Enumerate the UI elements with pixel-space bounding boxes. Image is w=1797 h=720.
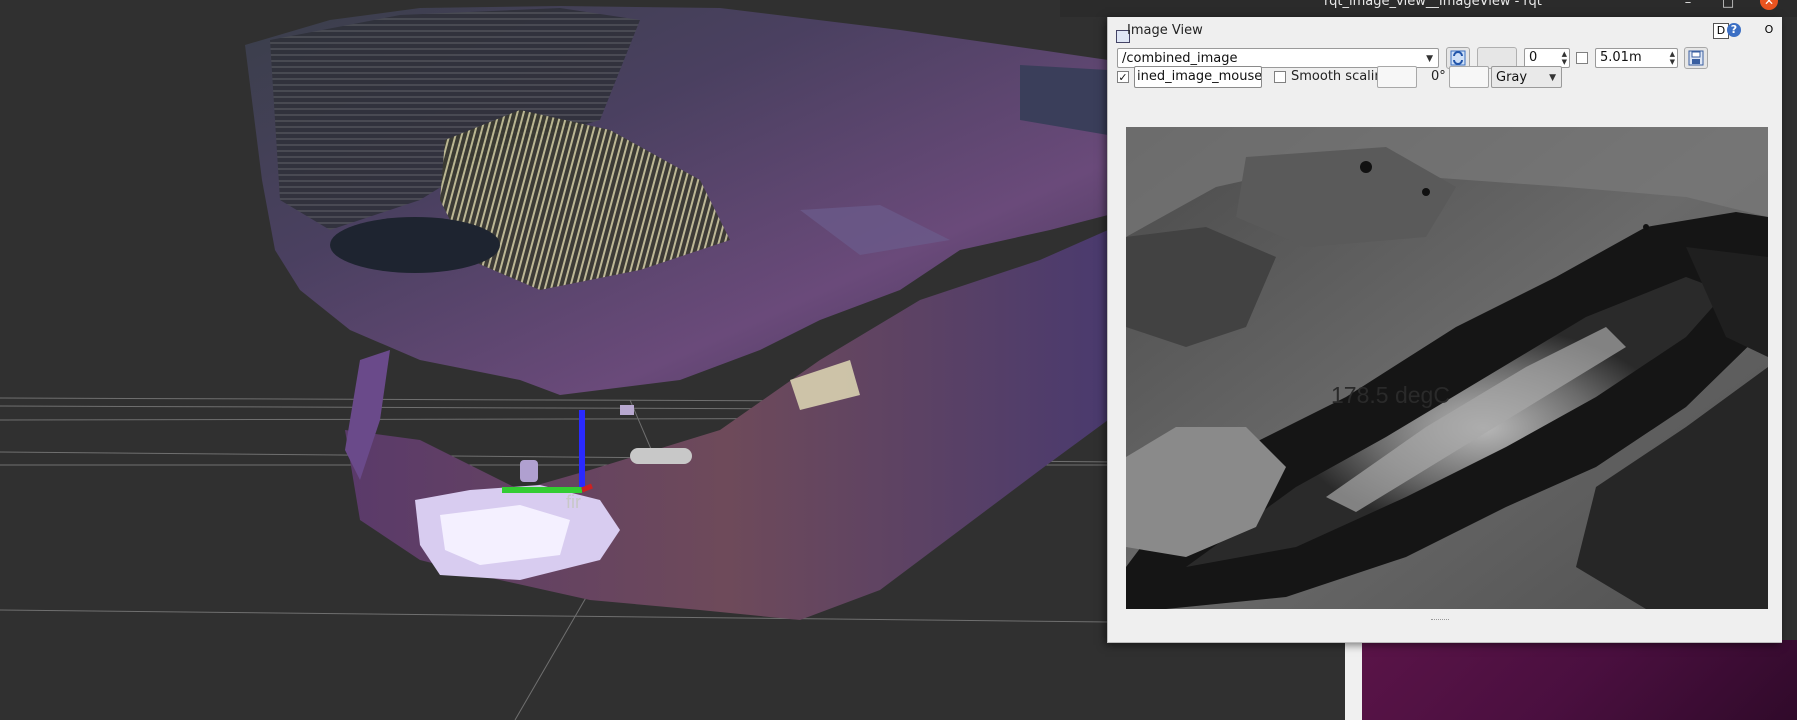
refresh-icon	[1450, 50, 1466, 66]
wallpaper	[1362, 640, 1797, 720]
dock-title: Image View	[1127, 23, 1203, 38]
smooth-scaling-checkbox[interactable]	[1274, 71, 1286, 83]
robot-marker	[630, 448, 692, 464]
spin-down-icon[interactable]: ▼	[1670, 58, 1675, 66]
rotate-right-button[interactable]	[1449, 66, 1489, 88]
temperature-overlay: 178.5 degC	[1331, 382, 1450, 408]
max-range-spinbox[interactable]: 5.01m ▲ ▼	[1595, 48, 1678, 68]
maximize-icon[interactable]: □	[1720, 0, 1736, 10]
tf-frame-label: fir	[566, 492, 581, 512]
rqt-image-view-window: Image View D ? O /combined_image ▼ 0 ▲ ▼…	[1107, 17, 1782, 643]
minimize-icon[interactable]: –	[1680, 0, 1696, 10]
spin-up-icon[interactable]: ▲	[1670, 50, 1675, 58]
chevron-down-icon: ▼	[1549, 73, 1556, 83]
max-range-value: 5.01m	[1600, 50, 1642, 65]
window-titlebar[interactable]: rqt_image_view__ImageView - rqt – □ ✕	[1060, 0, 1797, 17]
mouse-topic-checkbox[interactable]: ✓	[1117, 71, 1129, 83]
mouse-topic-field[interactable]: ined_image_mouse_left	[1134, 66, 1262, 88]
save-icon	[1688, 50, 1704, 66]
chevron-down-icon: ▼	[1426, 54, 1433, 64]
colormap-value: Gray	[1496, 70, 1528, 85]
point-cloud	[245, 6, 1108, 620]
dynamic-range-checkbox[interactable]	[1576, 52, 1588, 64]
rotation-label: 0°	[1431, 69, 1446, 84]
spin-up-icon[interactable]: ▲	[1562, 50, 1567, 58]
save-image-button[interactable]	[1684, 47, 1708, 69]
smooth-scaling-label: Smooth scaling	[1291, 69, 1391, 84]
dock-close-button[interactable]: O	[1762, 23, 1776, 37]
min-value-spinbox[interactable]: 0 ▲ ▼	[1524, 48, 1570, 68]
colormap-select[interactable]: Gray ▼	[1491, 66, 1562, 88]
rotate-left-button[interactable]	[1377, 66, 1417, 88]
window-title: rqt_image_view__ImageView - rqt	[1324, 0, 1542, 9]
depth-image	[1126, 127, 1768, 609]
close-icon[interactable]: ✕	[1760, 0, 1778, 10]
help-icon[interactable]: ?	[1727, 23, 1741, 37]
min-value: 0	[1529, 50, 1538, 65]
image-display[interactable]: 178.5 degC	[1126, 127, 1768, 609]
topic-select[interactable]: /combined_image ▼	[1117, 48, 1439, 68]
topic-select-value: /combined_image	[1122, 51, 1238, 66]
resize-grip[interactable]	[1431, 619, 1449, 624]
mouse-topic-value: ined_image_mouse_left	[1137, 69, 1262, 84]
spin-down-icon[interactable]: ▼	[1562, 58, 1567, 66]
